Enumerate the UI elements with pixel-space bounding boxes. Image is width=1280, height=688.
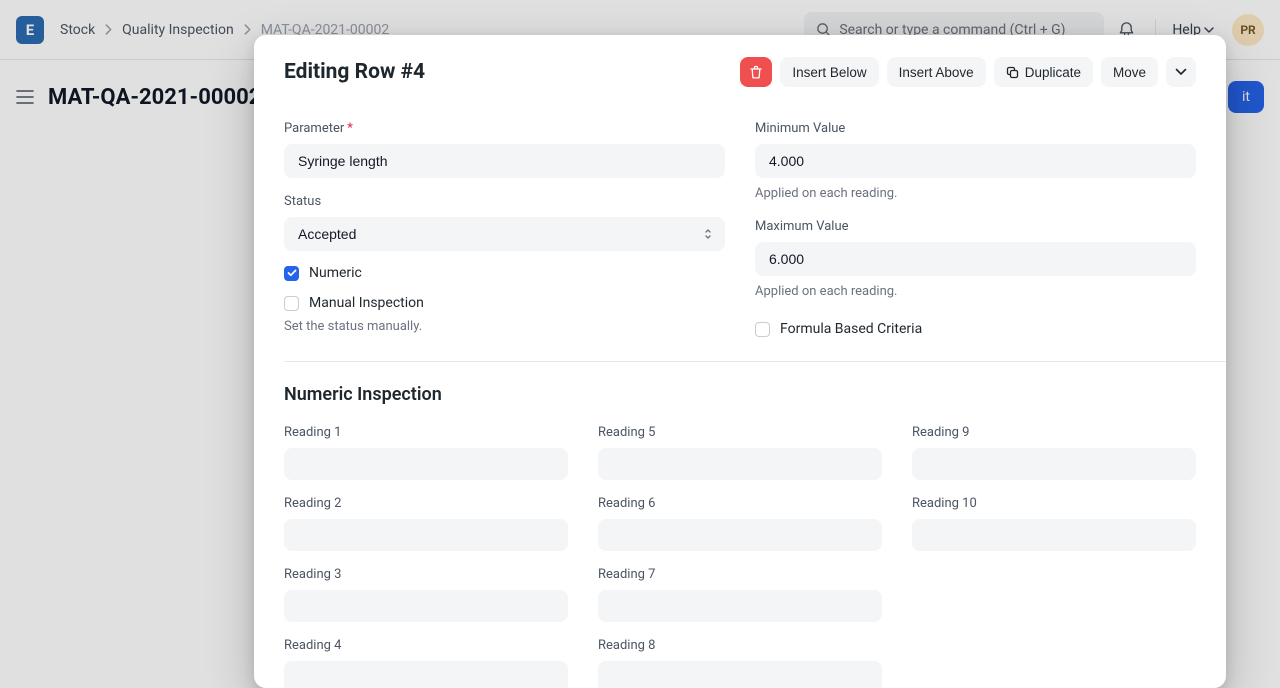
modal-header: Editing Row #4 Insert Below Insert Above… (254, 35, 1226, 109)
more-button[interactable] (1166, 57, 1196, 87)
reading-label: Reading 1 (284, 425, 568, 440)
modal-title: Editing Row #4 (284, 60, 732, 84)
max-value-label: Maximum Value (755, 219, 1196, 234)
delete-button[interactable] (740, 57, 772, 87)
min-help-text: Applied on each reading. (755, 186, 1196, 201)
formula-checkbox-label: Formula Based Criteria (780, 321, 922, 337)
status-select[interactable] (284, 217, 725, 251)
reading-label: Reading 3 (284, 567, 568, 582)
reading-label: Reading 10 (912, 496, 1196, 511)
numeric-checkbox-label: Numeric (309, 265, 362, 281)
numeric-checkbox-row[interactable]: Numeric (284, 265, 725, 281)
reading-5-input[interactable] (598, 448, 882, 480)
reading-1-input[interactable] (284, 448, 568, 480)
copy-icon (1006, 66, 1019, 79)
row-edit-modal: Editing Row #4 Insert Below Insert Above… (254, 35, 1226, 688)
reading-label: Reading 2 (284, 496, 568, 511)
readings-grid: Reading 1 Reading 2 Reading 3 Reading 4 (284, 409, 1196, 688)
manual-checkbox[interactable] (284, 296, 299, 311)
reading-label: Reading 7 (598, 567, 882, 582)
reading-10-input[interactable] (912, 519, 1196, 551)
manual-checkbox-row[interactable]: Manual Inspection (284, 295, 725, 311)
modal-body: Parameter* Status Numeric (254, 109, 1226, 688)
duplicate-label: Duplicate (1025, 65, 1081, 80)
numeric-checkbox[interactable] (284, 266, 299, 281)
max-help-text: Applied on each reading. (755, 284, 1196, 299)
move-button[interactable]: Move (1101, 57, 1158, 87)
readings-col-3: Reading 9 Reading 10 (912, 409, 1196, 688)
reading-8-input[interactable] (598, 661, 882, 688)
check-icon (287, 269, 297, 277)
manual-help-text: Set the status manually. (284, 319, 725, 334)
reading-9-input[interactable] (912, 448, 1196, 480)
formula-checkbox[interactable] (755, 322, 770, 337)
reading-3-input[interactable] (284, 590, 568, 622)
trash-icon (749, 65, 763, 80)
form-right-column: Minimum Value Applied on each reading. M… (755, 109, 1196, 337)
duplicate-button[interactable]: Duplicate (994, 57, 1093, 87)
form-left-column: Parameter* Status Numeric (284, 109, 725, 337)
reading-label: Reading 5 (598, 425, 882, 440)
min-value-input[interactable] (755, 144, 1196, 178)
status-label: Status (284, 194, 725, 209)
parameter-input[interactable] (284, 144, 725, 178)
section-divider (284, 361, 1226, 362)
readings-col-2: Reading 5 Reading 6 Reading 7 Reading 8 (598, 409, 882, 688)
readings-section-title: Numeric Inspection (284, 384, 1196, 405)
readings-col-1: Reading 1 Reading 2 Reading 3 Reading 4 (284, 409, 568, 688)
insert-above-button[interactable]: Insert Above (887, 57, 986, 87)
chevron-down-icon (1175, 68, 1187, 76)
reading-4-input[interactable] (284, 661, 568, 688)
reading-6-input[interactable] (598, 519, 882, 551)
reading-label: Reading 4 (284, 638, 568, 653)
reading-7-input[interactable] (598, 590, 882, 622)
reading-2-input[interactable] (284, 519, 568, 551)
max-value-input[interactable] (755, 242, 1196, 276)
insert-below-button[interactable]: Insert Below (780, 57, 878, 87)
parameter-label: Parameter* (284, 121, 725, 136)
reading-label: Reading 8 (598, 638, 882, 653)
reading-label: Reading 9 (912, 425, 1196, 440)
manual-checkbox-label: Manual Inspection (309, 295, 424, 311)
select-caret-icon (703, 227, 713, 241)
formula-checkbox-row[interactable]: Formula Based Criteria (755, 321, 1196, 337)
min-value-label: Minimum Value (755, 121, 1196, 136)
reading-label: Reading 6 (598, 496, 882, 511)
